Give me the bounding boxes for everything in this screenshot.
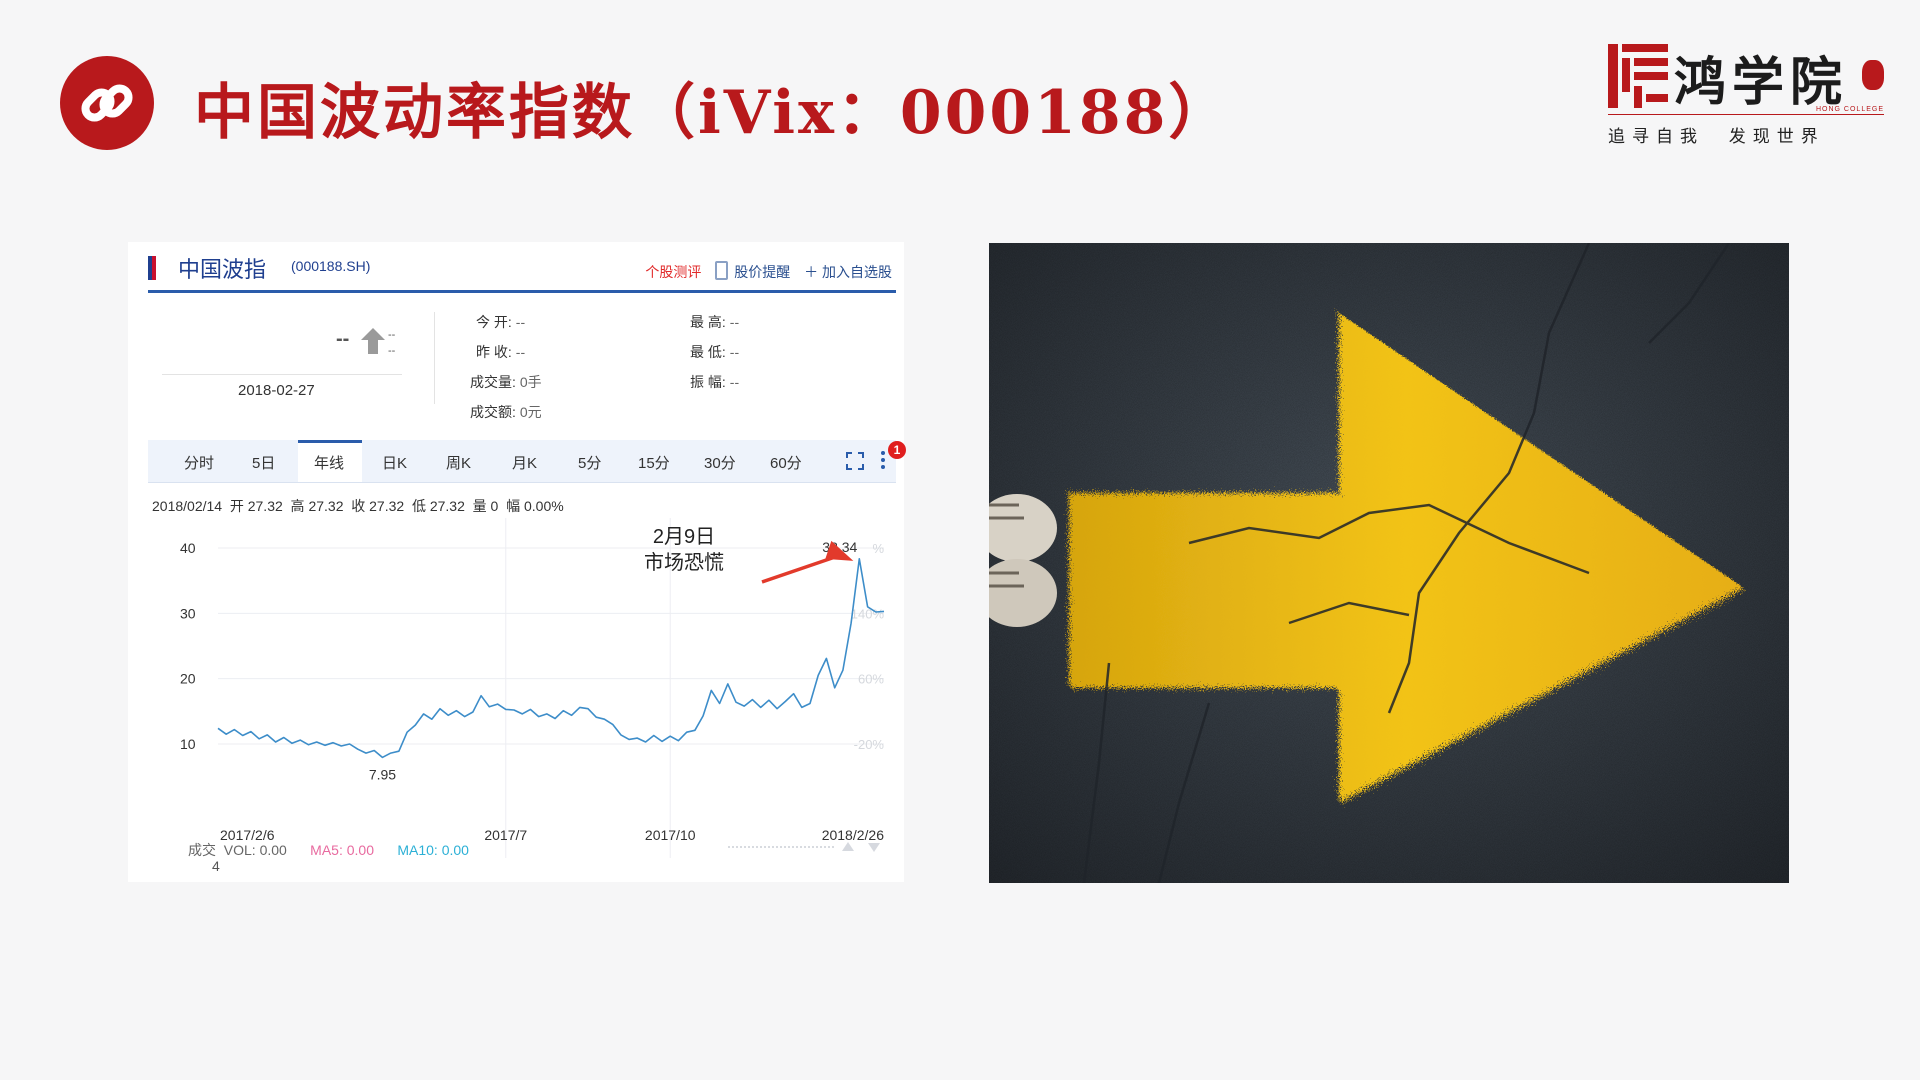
quote-amplitude: 振 幅: -- (690, 374, 740, 390)
period-tabs: 分时 5日 年线 日K 周K 月K 5分 15分 30分 60分 1 (148, 440, 906, 483)
logo-seal (1862, 60, 1884, 90)
series-line (217, 558, 885, 759)
right-tick-label: 60% (858, 672, 884, 687)
right-tick-label: 140% (851, 606, 885, 621)
tab-year[interactable]: 年线 (314, 452, 344, 473)
chart-annotation: 2月9日 市场恐慌 (644, 524, 724, 576)
tab-weekly-k[interactable]: 周K (446, 452, 471, 473)
scroll-down-icon[interactable] (868, 843, 880, 852)
logo-english-name: HONG COLLEGE (1815, 106, 1884, 113)
y-tick-label: 20 (180, 671, 196, 687)
price-alert-label: 股价提醒 (734, 264, 791, 280)
tab-5day[interactable]: 5日 (252, 452, 275, 473)
notification-badge: 1 (888, 441, 906, 459)
change-value: -- (388, 329, 396, 341)
y-tick-label: 10 (180, 736, 196, 752)
quote-date: 2018-02-27 (238, 382, 315, 399)
logo-slogan: 追寻自我 发现世界 (1608, 127, 1825, 147)
volume-label: 成交 (188, 842, 216, 858)
quote-divider (434, 312, 435, 404)
more-icon[interactable] (880, 449, 886, 471)
fullscreen-icon[interactable] (846, 452, 864, 470)
price-divider (162, 374, 402, 375)
annotation-date: 2月9日 (652, 526, 716, 548)
right-tick-label: -20% (854, 737, 885, 752)
stock-name: 中国波指 (178, 257, 267, 282)
add-watchlist-label: 加入自选股 (822, 264, 892, 280)
tab-intraday[interactable]: 分时 (184, 452, 214, 473)
tab-daily-k[interactable]: 日K (382, 452, 407, 473)
y-tick-label: 40 (180, 540, 196, 556)
change-percent: -- (388, 345, 396, 357)
page-title: 中国波动率指数（iVix：000188） (194, 78, 1232, 148)
arrow-photo (989, 243, 1789, 883)
y-tick-label: 30 (180, 605, 196, 621)
stock-actions: 个股测评 股价提醒 ＋ 加入自选股 (635, 261, 892, 282)
min-value-label: 7.95 (369, 766, 396, 782)
logo-name: 鸿学院 (1674, 52, 1849, 113)
x-tick-label: 2017/7 (484, 827, 527, 843)
stock-review-link[interactable]: 个股测评 (645, 264, 701, 280)
current-price: -- (336, 328, 350, 350)
quote-amount: 成交额: 0元 (470, 404, 542, 420)
scroll-up-icon[interactable] (842, 842, 854, 851)
add-watchlist-link[interactable]: ＋ 加入自选股 (804, 264, 892, 280)
logo-divider (1608, 114, 1884, 115)
volume-value: VOL: 0.00 (223, 842, 287, 858)
yellow-arrow-image (989, 243, 1789, 883)
volume-scrollbar-track[interactable] (728, 846, 834, 850)
annotation-text: 市场恐慌 (644, 552, 724, 574)
volume-readout: 成交 VOL: 0.00 MA5: 0.00 MA10: 0.00 (188, 840, 469, 860)
header-rule (148, 290, 896, 293)
price-alert-link[interactable]: 股价提醒 (715, 261, 791, 280)
right-tick-label: % (872, 541, 884, 556)
link-icon (60, 56, 154, 150)
ma10-value: MA10: 0.00 (397, 842, 469, 858)
logo-mark-icon (1608, 44, 1668, 108)
tab-60min[interactable]: 60分 (770, 452, 802, 473)
quote-prev-close: 昨 收: -- (476, 344, 526, 360)
phone-icon (715, 261, 729, 280)
arrow-up-icon (361, 328, 385, 354)
x-tick-label: 2018/2/26 (822, 827, 884, 843)
tab-30min[interactable]: 30分 (704, 452, 736, 473)
quote-high: 最 高: -- (690, 314, 740, 330)
logo: 鸿学院 HONG COLLEGE 追寻自我 发现世界 (1600, 38, 1890, 148)
tab-15min[interactable]: 15分 (638, 452, 670, 473)
tab-5min[interactable]: 5分 (578, 452, 601, 473)
stock-code: (000188.SH) (291, 258, 371, 274)
quote-open: 今 开: -- (476, 314, 526, 330)
ma5-value: MA5: 0.00 (310, 842, 374, 858)
volume-axis-value: 4 (212, 858, 220, 874)
stock-accent-bar (148, 256, 156, 280)
quote-volume: 成交量: 0手 (470, 374, 542, 390)
price-change: -- -- (388, 327, 395, 359)
volatility-line-chart: 10203040 %140%60%-20%2017/2/6 2017/7 2017/1… (180, 518, 885, 858)
ohlc-readout: 2018/02/14 开 27.32 高 27.32 收 27.32 低 27.… (152, 498, 564, 514)
x-tick-label: 2017/10 (645, 827, 696, 843)
quote-low: 最 低: -- (690, 344, 740, 360)
tab-monthly-k[interactable]: 月K (512, 452, 537, 473)
stock-widget: 中国波指 (000188.SH) 个股测评 股价提醒 ＋ 加入自选股 -- --… (128, 242, 906, 882)
